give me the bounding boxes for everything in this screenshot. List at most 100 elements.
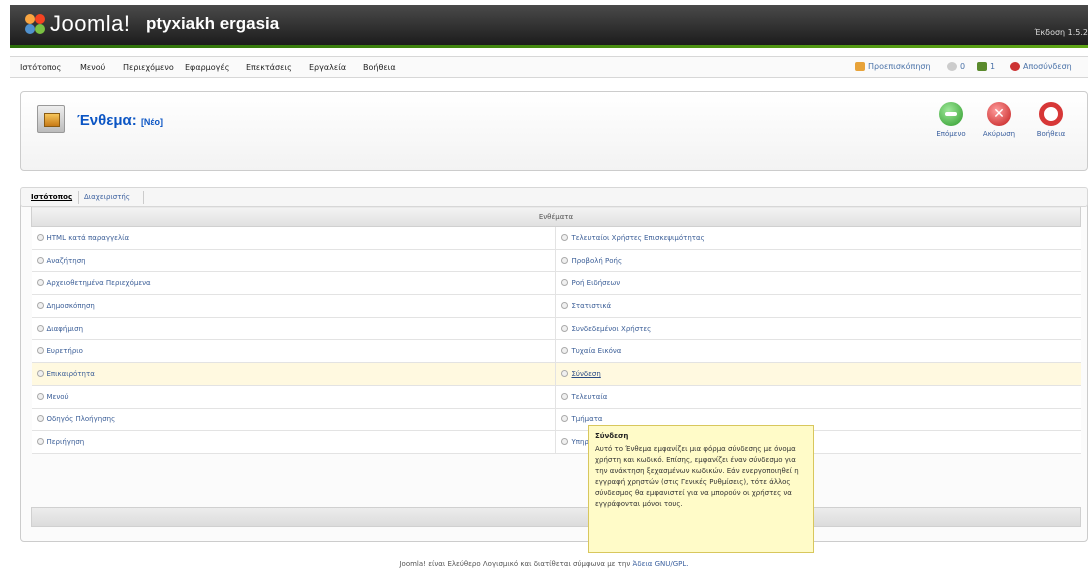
header-bar: Joomla! ptyxiakh ergasia Έκδοση 1.5.2 bbox=[10, 5, 1088, 45]
menu-tools[interactable]: Εργαλεία bbox=[309, 63, 346, 72]
module-type-option[interactable]: Περιήγηση bbox=[31, 430, 557, 454]
radio-icon[interactable] bbox=[561, 369, 569, 377]
module-type-label[interactable]: Περιήγηση bbox=[47, 438, 85, 446]
module-type-label[interactable]: Σύνδεση bbox=[571, 370, 600, 378]
module-type-label[interactable]: HTML κατά παραγγελία bbox=[47, 234, 130, 242]
client-tabs: Ιστότοπος Διαχειριστής bbox=[20, 187, 1088, 207]
cancel-button[interactable]: ✕ Ακύρωση bbox=[979, 102, 1019, 138]
radio-icon[interactable] bbox=[561, 347, 569, 355]
radio-icon[interactable] bbox=[36, 324, 44, 332]
radio-icon[interactable] bbox=[561, 392, 569, 400]
header-accent-strip bbox=[10, 45, 1088, 48]
users-status[interactable]: 1 bbox=[977, 62, 995, 71]
joomla-logo-icon bbox=[25, 14, 45, 34]
module-type-option[interactable]: Στατιστικά bbox=[555, 294, 1081, 318]
module-type-label[interactable]: Δημοσκόπηση bbox=[47, 302, 95, 310]
module-type-label[interactable]: Επικαιρότητα bbox=[47, 370, 95, 378]
next-label: Επόμενο bbox=[936, 130, 966, 138]
module-type-label[interactable]: Ευρετήριο bbox=[47, 347, 83, 355]
module-type-option[interactable]: Μενού bbox=[31, 385, 557, 409]
module-type-option[interactable]: Τελευταία bbox=[555, 385, 1081, 409]
radio-icon[interactable] bbox=[561, 279, 569, 287]
module-type-label[interactable]: Τελευταία bbox=[571, 393, 607, 401]
radio-icon[interactable] bbox=[36, 415, 44, 423]
module-type-label[interactable]: Τυχαία Εικόνα bbox=[571, 347, 621, 355]
messages-status[interactable]: 0 bbox=[947, 62, 965, 71]
radio-icon[interactable] bbox=[561, 301, 569, 309]
page-title-text: Ένθεμα: bbox=[77, 112, 137, 129]
logout-link[interactable]: Αποσύνδεση bbox=[1010, 62, 1072, 71]
module-types-table: Ενθέματα HTML κατά παραγγελία Τελευταίοι … bbox=[31, 206, 1081, 454]
module-type-label[interactable]: Οδηγός Πλοήγησης bbox=[47, 415, 116, 423]
radio-icon[interactable] bbox=[36, 279, 44, 287]
module-type-label[interactable]: Αναζήτηση bbox=[47, 257, 86, 265]
preview-link[interactable]: Προεπισκόπηση bbox=[855, 62, 931, 71]
radio-icon[interactable] bbox=[561, 324, 569, 332]
radio-icon[interactable] bbox=[561, 233, 569, 241]
users-count: 1 bbox=[990, 62, 996, 71]
module-type-option[interactable]: Οδηγός Πλοήγησης bbox=[31, 408, 557, 432]
next-button[interactable]: Επόμενο bbox=[931, 102, 971, 138]
module-type-option[interactable]: Διαφήμιση bbox=[31, 317, 557, 341]
page-title: Ένθεμα: [Νέο] bbox=[77, 112, 163, 129]
radio-icon[interactable] bbox=[36, 438, 44, 446]
help-icon bbox=[1039, 102, 1063, 126]
module-type-label[interactable]: Ροή Ειδήσεων bbox=[571, 279, 620, 287]
radio-icon[interactable] bbox=[36, 392, 44, 400]
module-type-option[interactable]: Προβολή Ροής bbox=[555, 249, 1081, 273]
tab-separator bbox=[143, 191, 144, 204]
radio-icon[interactable] bbox=[561, 256, 569, 264]
cancel-label: Ακύρωση bbox=[982, 130, 1016, 138]
module-type-option[interactable]: Αρχειοθετημένα Περιεχόμενα bbox=[31, 271, 557, 296]
menu-menus[interactable]: Μενού bbox=[80, 63, 105, 72]
login-module-tooltip: Σύνδεση Αυτό το Ένθεμα εμφανίζει μια φόρ… bbox=[588, 425, 814, 553]
cancel-icon: ✕ bbox=[987, 102, 1011, 126]
radio-icon[interactable] bbox=[36, 347, 44, 355]
page-title-suffix: [Νέο] bbox=[140, 117, 163, 127]
help-button[interactable]: Βοήθεια bbox=[1031, 102, 1071, 138]
license-link[interactable]: Άδεια GNU/GPL. bbox=[632, 560, 688, 568]
messages-count: 0 bbox=[960, 62, 966, 71]
menu-site[interactable]: Ιστότοπος bbox=[20, 63, 61, 72]
menu-content[interactable]: Περιεχόμενο bbox=[123, 63, 174, 72]
module-type-label[interactable]: Μενού bbox=[47, 393, 69, 401]
tab-administrator[interactable]: Διαχειριστής bbox=[84, 193, 130, 201]
module-type-option[interactable]: Αναζήτηση bbox=[31, 249, 557, 273]
module-type-label[interactable]: Τελευταίοι Χρήστες Επισκεψιμότητας bbox=[571, 234, 704, 242]
module-type-label[interactable]: Προβολή Ροής bbox=[571, 257, 622, 265]
next-icon bbox=[939, 102, 963, 126]
module-type-label[interactable]: Τμήματα bbox=[571, 415, 602, 423]
module-type-option[interactable]: Τελευταίοι Χρήστες Επισκεψιμότητας bbox=[555, 226, 1081, 250]
users-icon bbox=[977, 62, 987, 71]
radio-icon[interactable] bbox=[36, 233, 44, 241]
table-row: Αρχειοθετημένα Περιεχόμενα Ροή Ειδήσεων bbox=[31, 271, 1081, 296]
module-type-option[interactable]: Επικαιρότητα bbox=[31, 362, 557, 386]
module-type-option[interactable]: HTML κατά παραγγελία bbox=[31, 226, 557, 250]
radio-icon[interactable] bbox=[36, 369, 44, 377]
menu-help[interactable]: Βοήθεια bbox=[363, 63, 396, 72]
radio-icon[interactable] bbox=[36, 256, 44, 264]
table-footer bbox=[31, 507, 1081, 527]
module-type-option[interactable]: Ευρετήριο bbox=[31, 339, 557, 364]
radio-icon[interactable] bbox=[561, 438, 569, 446]
module-type-label[interactable]: Συνδεδεμένοι Χρήστες bbox=[571, 325, 651, 333]
module-type-option[interactable]: Σύνδεση bbox=[555, 362, 1081, 386]
menu-components[interactable]: Εφαρμογές bbox=[185, 63, 229, 72]
radio-icon[interactable] bbox=[561, 415, 569, 423]
module-type-option[interactable]: Δημοσκόπηση bbox=[31, 294, 557, 318]
module-type-option[interactable]: Ροή Ειδήσεων bbox=[555, 271, 1081, 296]
module-type-label[interactable]: Στατιστικά bbox=[571, 302, 611, 310]
module-type-option[interactable]: Συνδεδεμένοι Χρήστες bbox=[555, 317, 1081, 341]
module-type-option[interactable]: Τυχαία Εικόνα bbox=[555, 339, 1081, 364]
logo-text: Joomla! bbox=[50, 11, 131, 36]
module-type-label[interactable]: Διαφήμιση bbox=[47, 325, 84, 333]
tab-separator bbox=[78, 191, 79, 204]
preview-icon bbox=[855, 62, 865, 71]
module-type-label[interactable]: Αρχειοθετημένα Περιεχόμενα bbox=[47, 279, 151, 287]
tab-site[interactable]: Ιστότοπος bbox=[31, 193, 72, 201]
radio-icon[interactable] bbox=[36, 301, 44, 309]
logout-label: Αποσύνδεση bbox=[1023, 62, 1072, 71]
page-footer: Joomla! είναι Ελεύθερο Λογισμικό και δια… bbox=[0, 560, 1088, 568]
logout-icon bbox=[1010, 62, 1020, 71]
menu-extensions[interactable]: Επεκτάσεις bbox=[246, 63, 292, 72]
